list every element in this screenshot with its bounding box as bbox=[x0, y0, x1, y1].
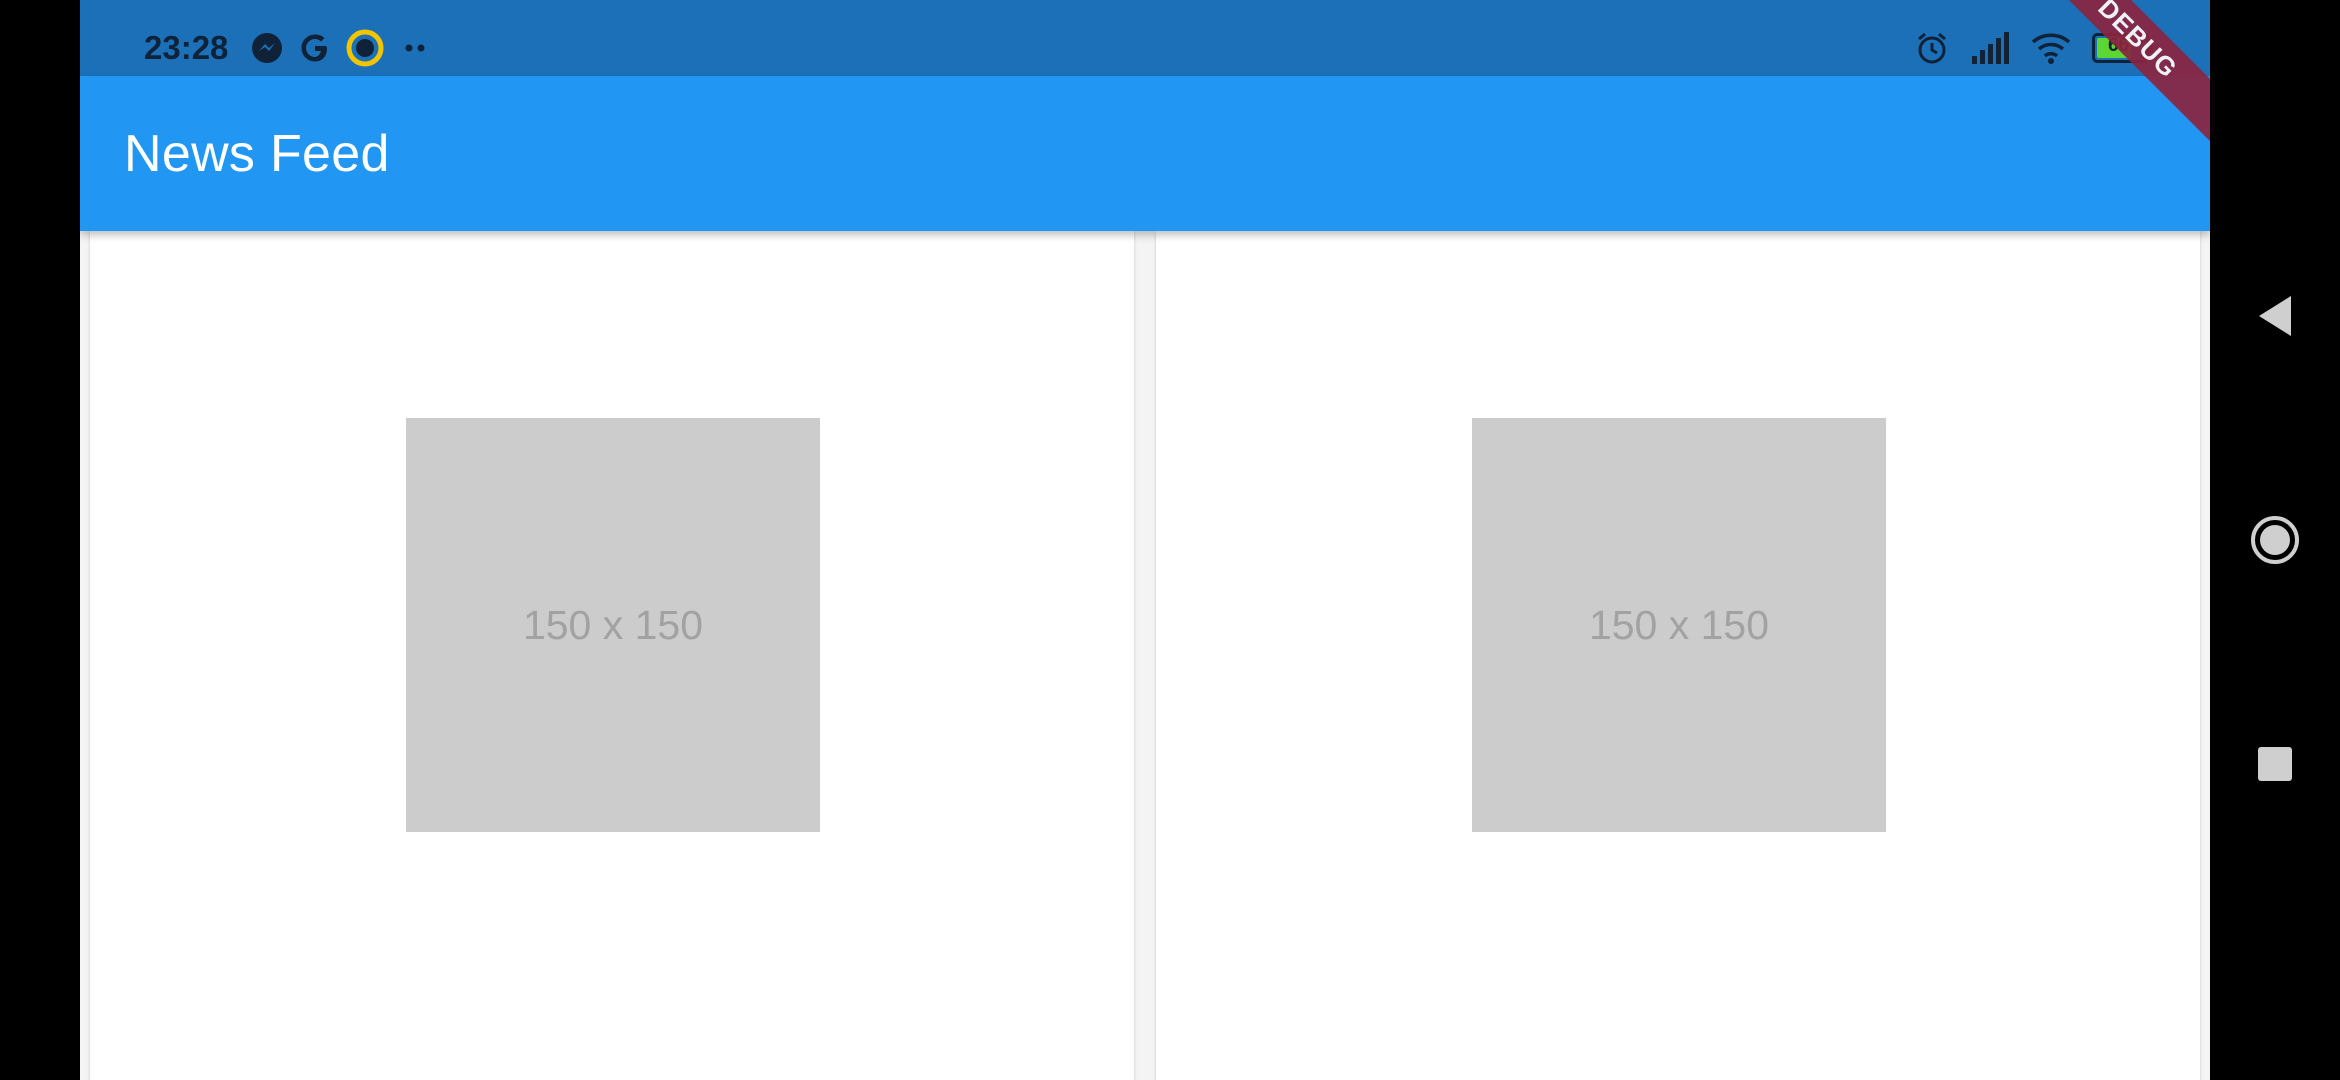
news-image-placeholder: 150 x 150 bbox=[1472, 418, 1886, 832]
google-icon bbox=[298, 31, 332, 65]
app-bar: News Feed bbox=[80, 76, 2210, 231]
status-bar: 23:28 bbox=[80, 0, 2210, 76]
news-card[interactable]: 150 x 150 bbox=[90, 231, 1134, 1080]
app-screen: 23:28 News Feed DEBUG 150 x 150 150 x 15… bbox=[80, 0, 2210, 1080]
status-time: 23:28 bbox=[144, 29, 229, 66]
signal-icon bbox=[1970, 32, 2010, 64]
alarm-icon bbox=[1914, 30, 1950, 66]
page-title: News Feed bbox=[124, 125, 390, 183]
more-dots-icon bbox=[398, 31, 432, 65]
news-grid: 150 x 150 150 x 150 bbox=[80, 231, 2210, 1080]
back-icon[interactable] bbox=[2245, 286, 2305, 346]
vpn-icon bbox=[346, 29, 384, 67]
news-card[interactable]: 150 x 150 bbox=[1156, 231, 2200, 1080]
recents-icon[interactable] bbox=[2245, 734, 2305, 794]
messenger-icon bbox=[250, 31, 284, 65]
news-image-placeholder: 150 x 150 bbox=[406, 418, 820, 832]
wifi-icon bbox=[2030, 31, 2072, 65]
home-icon[interactable] bbox=[2245, 510, 2305, 570]
system-nav-bar bbox=[2210, 0, 2340, 1080]
status-icons-left bbox=[250, 28, 432, 68]
